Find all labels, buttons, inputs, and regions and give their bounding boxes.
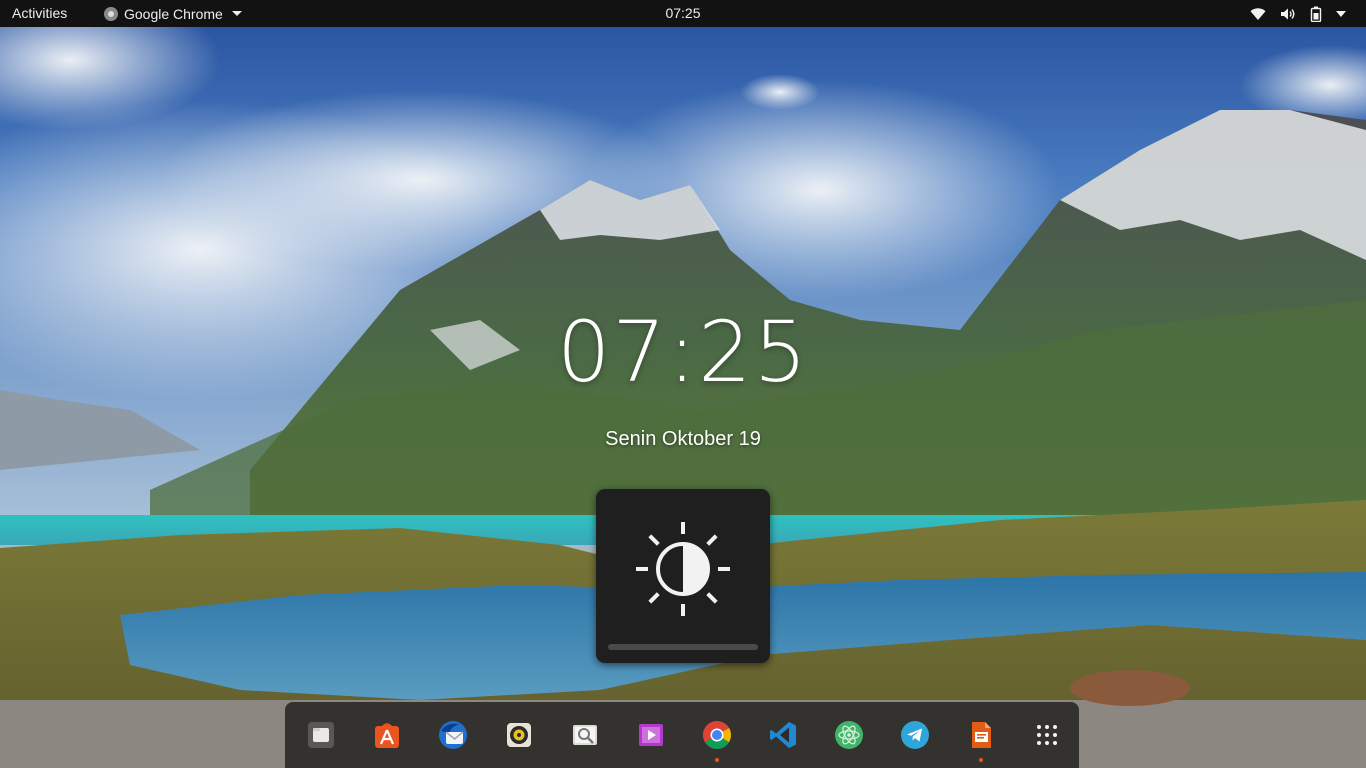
- dock: [285, 702, 1079, 768]
- app-grid-icon: [1037, 725, 1057, 745]
- dock-item-image-viewer[interactable]: [567, 717, 603, 753]
- brightness-icon: [636, 522, 730, 616]
- desktop-date: Senin Oktober 19: [605, 428, 761, 450]
- volume-icon: [1281, 8, 1295, 19]
- dock-item-vscode[interactable]: [765, 717, 801, 753]
- music-player-icon: [507, 723, 531, 747]
- dock-item-impress[interactable]: [963, 717, 999, 762]
- folder-icon: [308, 722, 334, 748]
- telegram-icon: [901, 721, 929, 749]
- chrome-icon: [703, 721, 731, 749]
- presentation-icon: [972, 722, 991, 748]
- system-menu-caret-icon: [1336, 10, 1346, 17]
- chrome-icon: [104, 6, 118, 21]
- dock-item-files[interactable]: [303, 717, 339, 753]
- brightness-level-bar: [608, 644, 758, 650]
- atom-icon: [835, 721, 863, 749]
- dock-item-rhythmbox[interactable]: [501, 717, 537, 753]
- image-viewer-icon: [573, 725, 597, 745]
- dock-item-telegram[interactable]: [897, 717, 933, 753]
- dock-item-software[interactable]: [369, 717, 405, 753]
- dock-item-thunderbird[interactable]: [435, 717, 471, 753]
- app-menu-label: Google Chrome: [124, 5, 223, 22]
- activities-button[interactable]: Activities: [12, 0, 67, 27]
- battery-icon: [1310, 6, 1322, 22]
- wifi-icon: [1250, 7, 1266, 20]
- vscode-icon: [770, 722, 796, 748]
- desktop-clock: 07:25: [556, 303, 810, 401]
- show-applications-button[interactable]: [1029, 717, 1065, 753]
- top-clock[interactable]: 07:25: [665, 5, 700, 21]
- brightness-osd: [596, 489, 770, 663]
- app-store-icon: [375, 723, 399, 748]
- running-indicator: [979, 758, 983, 762]
- mail-icon: [439, 721, 467, 749]
- app-menu[interactable]: Google Chrome: [104, 0, 242, 27]
- system-tray[interactable]: [1250, 0, 1346, 27]
- dock-item-atom[interactable]: [831, 717, 867, 753]
- running-indicator: [715, 758, 719, 762]
- dock-item-videos[interactable]: [633, 717, 669, 753]
- chevron-down-icon: [231, 11, 242, 16]
- top-bar: Activities Google Chrome 07:25: [0, 0, 1366, 27]
- dock-item-google-chrome[interactable]: [699, 717, 735, 762]
- video-player-icon: [639, 724, 663, 746]
